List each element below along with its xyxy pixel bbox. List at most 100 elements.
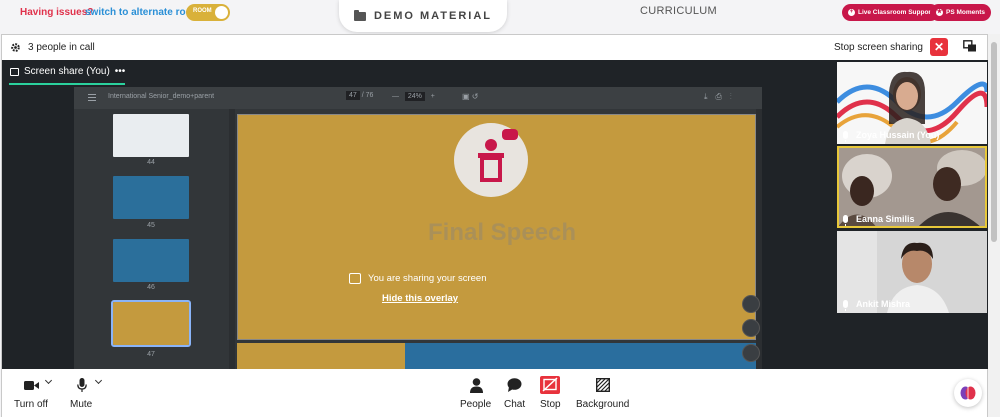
- chat-icon: [507, 378, 522, 392]
- layout-toggle-icon[interactable]: [963, 40, 977, 53]
- alternate-room-link[interactable]: switch to alternate room: [85, 7, 201, 18]
- demo-material-tab[interactable]: DEMO MATERIAL: [339, 0, 507, 32]
- camera-icon: [24, 381, 39, 390]
- participant-name: Zoya Hussain (You): [856, 130, 940, 140]
- brain-icon: [960, 386, 976, 400]
- thumbnail-47-selected[interactable]: [111, 300, 191, 347]
- plus-icon: +: [848, 9, 855, 16]
- page-scrollbar[interactable]: [988, 34, 1000, 417]
- pdf-page-indicator: 47 / 76: [346, 91, 374, 100]
- participant-tile[interactable]: Zoya Hussain (You): [837, 62, 987, 144]
- annotate-icon[interactable]: [742, 295, 760, 313]
- stop-share-button[interactable]: Stop: [539, 369, 563, 417]
- call-frame: 3 people in call Stop screen sharing ✕ S…: [1, 34, 989, 417]
- pdf-zoom-controls: — 24% +: [392, 92, 435, 101]
- thumbnail-number: 47: [147, 351, 155, 358]
- more-options-icon[interactable]: •••: [115, 66, 126, 77]
- people-label: People: [460, 399, 492, 410]
- menu-icon[interactable]: [88, 94, 96, 95]
- ps-moments-button[interactable]: ★ PS Moments: [930, 4, 992, 21]
- pdf-page-total: / 76: [361, 92, 374, 99]
- people-count: 3 people in call: [28, 42, 95, 53]
- pdf-viewer: International Senior_demo+parent 47 / 76…: [74, 87, 762, 369]
- gear-icon[interactable]: [10, 42, 21, 53]
- stop-label: Stop: [540, 399, 561, 410]
- chevron-down-icon[interactable]: [44, 376, 53, 385]
- top-bar: Having issues? switch to alternate room …: [0, 0, 1000, 34]
- call-controls: Turn off Mute People Chat Stop Backgroun…: [2, 369, 987, 417]
- demo-material-label: DEMO MATERIAL: [373, 10, 493, 22]
- book-icon[interactable]: [742, 319, 760, 337]
- chat-label: Chat: [504, 399, 526, 410]
- assistant-button[interactable]: [954, 379, 982, 407]
- pdf-page-input[interactable]: 47: [346, 91, 360, 100]
- hide-overlay-link[interactable]: Hide this overlay: [382, 293, 458, 304]
- toggle-knob: [215, 6, 228, 19]
- pdf-thumbnails: 44 45 46 47: [74, 109, 229, 369]
- participant-panel: Zoya Hussain (You) Eanna Similis Ankit M…: [835, 60, 989, 369]
- sharing-overlay-text: You are sharing your screen: [368, 273, 487, 284]
- participant-name-row: Eanna Similis: [843, 214, 915, 226]
- thumbnail-46[interactable]: [113, 239, 189, 282]
- background-icon: [596, 378, 610, 392]
- people-button[interactable]: People: [460, 369, 494, 417]
- person-icon: [470, 378, 483, 393]
- thumbnail-44[interactable]: [113, 114, 189, 157]
- turn-off-label: Turn off: [14, 399, 48, 410]
- mic-icon: [843, 215, 848, 226]
- thumbnail-number: 46: [147, 284, 155, 291]
- thumbnail-scrollbar[interactable]: [229, 109, 235, 369]
- participant-tile-active[interactable]: Eanna Similis: [837, 146, 987, 228]
- download-print-more-icons[interactable]: ⤓⎙⋮: [704, 92, 740, 102]
- ps-moments-label: PS Moments: [946, 9, 986, 16]
- live-support-label: Live Classroom Support: [858, 9, 934, 16]
- next-slide-preview-right: [405, 343, 756, 369]
- zoom-in-icon[interactable]: +: [431, 93, 435, 100]
- thumbnail-45[interactable]: [113, 176, 189, 219]
- stop-sharing-close-button[interactable]: ✕: [930, 38, 948, 56]
- next-slide-preview: [237, 343, 405, 369]
- participant-name-row: Ankit Mishra: [843, 299, 911, 311]
- thumbnail-number: 44: [147, 159, 155, 166]
- participant-name: Eanna Similis: [856, 214, 915, 224]
- camera-button[interactable]: Turn off: [14, 369, 54, 417]
- mic-icon: [843, 300, 848, 311]
- mute-label: Mute: [70, 399, 93, 410]
- chevron-down-icon[interactable]: [94, 376, 103, 385]
- slide-title: Final Speech: [428, 219, 577, 246]
- sharing-overlay: You are sharing your screen: [349, 273, 486, 284]
- screen-share-tab[interactable]: Screen share (You) •••: [10, 66, 125, 77]
- folder-icon: [353, 9, 366, 21]
- current-slide: Final Speech: [237, 114, 756, 340]
- participant-name: Ankit Mishra: [856, 299, 911, 309]
- issues-text: Having issues?: [20, 7, 94, 18]
- stop-sharing-label: Stop screen sharing: [834, 42, 923, 53]
- screen-share-tab-label: Screen share (You): [24, 66, 110, 77]
- participant-name-row: Zoya Hussain (You): [843, 130, 940, 142]
- brain-icon[interactable]: [742, 344, 760, 362]
- stop-screen-share-icon: [540, 376, 560, 394]
- zoom-out-icon[interactable]: —: [392, 93, 399, 100]
- screen-icon: [10, 67, 19, 76]
- mute-button[interactable]: Mute: [70, 369, 106, 417]
- screen-share-area: Screen share (You) ••• International Sen…: [2, 60, 835, 369]
- live-support-button[interactable]: + Live Classroom Support: [842, 4, 940, 21]
- call-header: 3 people in call Stop screen sharing ✕: [2, 35, 987, 60]
- mic-icon: [843, 131, 848, 142]
- background-button[interactable]: Background: [575, 369, 633, 417]
- classroom-page: Having issues? switch to alternate room …: [0, 0, 1000, 417]
- podium-icon: [454, 123, 528, 197]
- room-toggle[interactable]: ROOM: [186, 4, 230, 21]
- fit-page-icon[interactable]: ▣ ↺: [462, 92, 478, 101]
- pdf-toolbar: International Senior_demo+parent 47 / 76…: [74, 87, 762, 109]
- chat-button[interactable]: Chat: [504, 369, 528, 417]
- room-toggle-label: ROOM: [193, 8, 212, 14]
- zoom-value[interactable]: 24%: [404, 92, 425, 101]
- microphone-icon: [77, 378, 87, 392]
- curriculum-tab[interactable]: CURRICULUM: [640, 5, 717, 17]
- share-screen-icon: [349, 273, 361, 284]
- scrollbar-thumb[interactable]: [991, 42, 997, 242]
- pdf-title: International Senior_demo+parent: [108, 93, 215, 100]
- star-icon: ★: [936, 9, 943, 16]
- participant-tile[interactable]: Ankit Mishra: [837, 231, 987, 313]
